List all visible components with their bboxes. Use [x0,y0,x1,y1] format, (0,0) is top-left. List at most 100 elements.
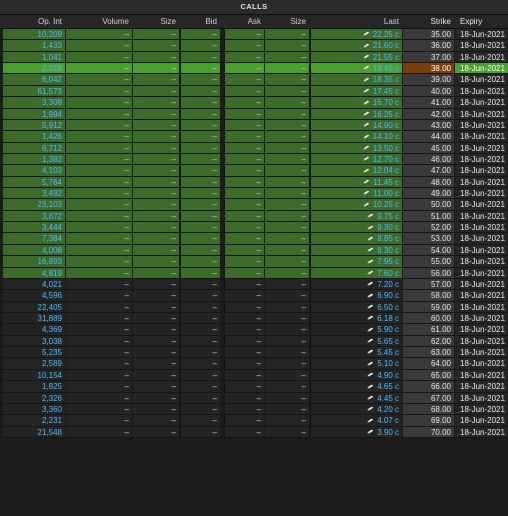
bid-cell[interactable]: – [180,415,220,426]
pencil-icon[interactable] [367,304,374,309]
option-row[interactable]: 3,492 – – – – – 11.00 c 49.00 18-Jun-2021 [0,188,508,200]
pencil-icon[interactable] [367,281,374,286]
pencil-icon[interactable] [363,168,370,173]
pencil-icon[interactable] [363,100,370,105]
ask-cell[interactable]: – [224,74,264,85]
option-row[interactable]: 10,209 – – – – – 22.25 c 35.00 18-Jun-2021 [0,29,508,41]
pencil-icon[interactable] [363,202,370,207]
ask-cell[interactable]: – [224,381,264,392]
column-header-expiry[interactable]: Expiry [455,15,508,28]
pencil-icon[interactable] [367,384,374,389]
bid-cell[interactable]: – [180,301,220,312]
ask-cell[interactable]: – [224,233,264,244]
option-row[interactable]: 21,548 – – – – – 3.90 c 70.00 18-Jun-2021 [0,426,508,438]
pencil-icon[interactable] [363,145,370,150]
bid-cell[interactable]: – [180,153,220,165]
bid-cell[interactable]: – [180,369,220,381]
ask-cell[interactable]: – [224,210,264,222]
pencil-icon[interactable] [363,54,370,59]
pencil-icon[interactable] [367,349,374,354]
bid-cell[interactable]: – [180,210,220,222]
option-row[interactable]: 31,889 – – – – – 6.18 c 60.00 18-Jun-2021 [0,312,508,325]
column-header-bid[interactable]: Bid [180,15,220,28]
column-header-ask-size[interactable]: Size [265,15,309,28]
ask-cell[interactable]: – [224,63,264,74]
option-row[interactable]: 10,154 – – – – – 4.90 c 65.00 18-Jun-2021 [0,369,508,382]
option-row[interactable]: 4,596 – – – – – 6.90 c 58.00 18-Jun-2021 [0,290,508,302]
bid-cell[interactable]: – [180,392,220,403]
pencil-icon[interactable] [363,88,370,93]
bid-cell[interactable]: – [180,290,220,301]
bid-cell[interactable]: – [180,142,220,153]
ask-cell[interactable]: – [224,222,264,233]
option-row[interactable]: 1,382 – – – – – 12.70 c 46.00 18-Jun-2021 [0,153,508,166]
option-row[interactable]: 5,764 – – – – – 11.45 c 48.00 18-Jun-2021 [0,176,508,189]
ask-cell[interactable]: – [224,165,264,176]
option-row[interactable]: 4,819 – – – – – 7.60 c 56.00 18-Jun-2021 [0,267,508,279]
option-row[interactable]: 3,360 – – – – – 4.20 c 68.00 18-Jun-2021 [0,403,508,416]
bid-cell[interactable]: – [180,278,220,290]
pencil-icon[interactable] [367,406,374,411]
column-header-last[interactable]: Last [310,15,402,28]
option-row[interactable]: 1,825 – – – – – 4.65 c 66.00 18-Jun-2021 [0,381,508,393]
ask-cell[interactable]: – [224,392,264,403]
ask-cell[interactable]: – [224,324,264,335]
bid-cell[interactable]: – [180,381,220,392]
ask-cell[interactable]: – [224,369,264,381]
option-row[interactable]: 4,008 – – – – – 8.30 c 54.00 18-Jun-2021 [0,244,508,257]
option-row[interactable]: 7,384 – – – – – 8.85 c 53.00 18-Jun-2021 [0,233,508,245]
bid-cell[interactable]: – [180,119,220,131]
pencil-icon[interactable] [367,225,374,230]
pencil-icon[interactable] [363,31,370,36]
bid-cell[interactable]: – [180,222,220,233]
column-header-ask[interactable]: Ask [224,15,264,28]
option-row[interactable]: 4,021 – – – – – 7.20 c 57.00 18-Jun-2021 [0,278,508,291]
ask-cell[interactable]: – [224,131,264,142]
pencil-icon[interactable] [363,134,370,139]
pencil-icon[interactable] [367,338,374,343]
option-row[interactable]: 23,103 – – – – – 10.25 c 50.00 18-Jun-2021 [0,199,508,211]
ask-cell[interactable]: – [224,29,264,40]
ask-cell[interactable]: – [224,119,264,131]
option-row[interactable]: 2,589 – – – – – 5.10 c 64.00 18-Jun-2021 [0,358,508,370]
ask-cell[interactable]: – [224,426,264,437]
bid-cell[interactable]: – [180,85,220,97]
bid-cell[interactable]: – [180,40,220,51]
bid-cell[interactable]: – [180,74,220,85]
pencil-icon[interactable] [363,122,370,127]
ask-cell[interactable]: – [224,51,264,63]
ask-cell[interactable]: – [224,347,264,358]
pencil-icon[interactable] [363,156,370,161]
bid-cell[interactable]: – [180,426,220,437]
ask-cell[interactable]: – [224,188,264,199]
bid-cell[interactable]: – [180,188,220,199]
option-row[interactable]: 2,028 – – – – – 19.45 c 38.00 18-Jun-2021 [0,63,508,75]
bid-cell[interactable]: – [180,63,220,74]
bid-cell[interactable]: – [180,244,220,256]
option-row[interactable]: 5,912 – – – – – 14.90 c 43.00 18-Jun-2021 [0,119,508,132]
option-row[interactable]: 1,433 – – – – – 21.60 c 36.00 18-Jun-2021 [0,40,508,52]
ask-cell[interactable]: – [224,153,264,165]
column-header-bid-size[interactable]: Size [133,15,179,28]
pencil-icon[interactable] [363,179,370,184]
bid-cell[interactable]: – [180,97,220,108]
option-row[interactable]: 1,426 – – – – – 14.10 c 44.00 18-Jun-2021 [0,131,508,143]
bid-cell[interactable]: – [180,256,220,267]
ask-cell[interactable]: – [224,97,264,108]
bid-cell[interactable]: – [180,312,220,324]
option-row[interactable]: 3,038 – – – – – 5.65 c 62.00 18-Jun-2021 [0,335,508,348]
pencil-icon[interactable] [367,418,374,423]
pencil-icon[interactable] [367,259,374,264]
pencil-icon[interactable] [363,77,370,82]
bid-cell[interactable]: – [180,29,220,40]
ask-cell[interactable]: – [224,40,264,51]
pencil-icon[interactable] [367,270,374,275]
bid-cell[interactable]: – [180,108,220,119]
pencil-icon[interactable] [363,111,370,116]
ask-cell[interactable]: – [224,256,264,267]
option-row[interactable]: 16,893 – – – – – 7.95 c 55.00 18-Jun-2021 [0,256,508,268]
column-header-volume[interactable]: Volume [66,15,132,28]
option-row[interactable]: 2,231 – – – – – 4.07 c 69.00 18-Jun-2021 [0,415,508,427]
bid-cell[interactable]: – [180,335,220,347]
ask-cell[interactable]: – [224,142,264,153]
